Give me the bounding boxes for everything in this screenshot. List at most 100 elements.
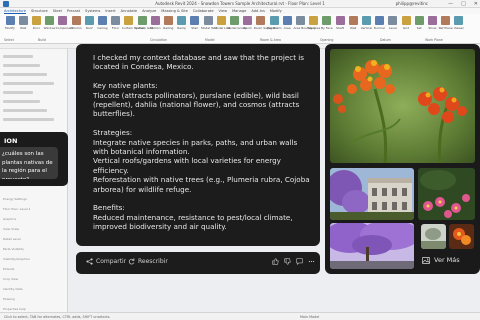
ribbon-tool[interactable]: Tag Room — [267, 16, 282, 30]
tool-icon — [203, 16, 213, 25]
tool-icon — [401, 16, 411, 25]
project-browser-row[interactable] — [3, 91, 33, 94]
project-browser-row[interactable] — [3, 109, 47, 112]
ribbon-tool[interactable]: Vertical — [359, 16, 373, 30]
jacaranda-building-image[interactable] — [330, 168, 414, 220]
ribbon-tool[interactable]: Floor — [109, 16, 123, 30]
ribbon-tool[interactable]: Model Group — [227, 16, 247, 30]
ribbon-tool[interactable]: Dormer — [373, 16, 387, 30]
thumbnail-image-2[interactable] — [449, 224, 474, 249]
jacaranda-trees-image[interactable] — [330, 223, 414, 269]
tool-label: Curtain System — [121, 26, 145, 30]
project-browser-row[interactable] — [3, 55, 33, 58]
tool-icon — [229, 16, 239, 25]
tool-label: Ramp — [177, 26, 186, 30]
ribbon-tool[interactable]: Ramp — [175, 16, 189, 30]
tool-icon — [18, 16, 28, 25]
property-label: Detail Level — [3, 237, 21, 241]
tool-label: Viewer — [453, 26, 464, 30]
thumbs-up-icon[interactable] — [272, 258, 279, 265]
rewrite-button[interactable]: Reescribir — [128, 258, 168, 265]
ribbon-tool[interactable]: Door — [29, 16, 43, 30]
user-account[interactable]: philipp@revitinc — [396, 1, 428, 6]
tool-icon — [45, 16, 55, 25]
property-label: Parts Visibility — [3, 247, 25, 251]
comment-icon[interactable] — [296, 258, 303, 265]
ribbon-tool[interactable]: Model Text — [201, 16, 217, 30]
ribbon-tool[interactable]: Wall — [16, 16, 30, 30]
property-label: Graphics — [3, 217, 17, 221]
thumbnail-image-1[interactable] — [421, 224, 446, 249]
tool-label: Door — [32, 26, 40, 30]
ribbon-tool[interactable]: Room — [241, 16, 255, 30]
ribbon-tool[interactable]: Set — [412, 16, 426, 30]
ribbon-tool[interactable]: Grid — [399, 16, 413, 30]
tool-icon — [58, 16, 68, 25]
ribbon-tool[interactable]: Area Boundary — [293, 16, 316, 30]
ribbon-tool[interactable]: By Face — [320, 16, 334, 30]
user-question-bubble: ¿cuáles son las plantas nativas de la re… — [0, 147, 58, 179]
main-flower-image[interactable] — [330, 49, 475, 163]
project-browser-row[interactable] — [3, 100, 40, 103]
ribbon-tool[interactable]: Mullion — [148, 16, 162, 30]
project-browser-row[interactable] — [3, 73, 47, 76]
model-label: Main Model — [300, 315, 320, 319]
pink-flowers-image[interactable] — [418, 168, 475, 220]
tool-icon — [97, 16, 107, 25]
ribbon-tool[interactable]: Tag Area — [307, 16, 321, 30]
tool-label: Modify — [5, 26, 15, 30]
ribbon-tool[interactable]: Wall — [346, 16, 360, 30]
ribbon-tool[interactable]: Ref Plane — [439, 16, 453, 30]
ribbon-tool[interactable]: Component — [56, 16, 73, 30]
ribbon-group-label: Build — [38, 38, 47, 42]
tool-label: Tag Room — [267, 26, 282, 30]
ribbon-tool[interactable]: Ceiling — [95, 16, 109, 30]
ribbon-tool[interactable]: Shaft — [333, 16, 347, 30]
ribbon-tool[interactable]: Curtain Grid — [135, 16, 154, 30]
tool-label: Grid — [402, 26, 410, 30]
ribbon-tool[interactable]: Railing — [161, 16, 175, 30]
tool-icon — [31, 16, 41, 25]
tool-label: Ceiling — [97, 26, 108, 30]
project-browser-row[interactable] — [3, 118, 54, 121]
ribbon-tool[interactable]: Stair — [188, 16, 202, 30]
tool-label: Model Line — [214, 26, 231, 30]
tool-icon — [150, 16, 160, 25]
thumbs-down-icon[interactable] — [284, 258, 291, 265]
ribbon-tool[interactable]: Room Separator — [254, 16, 278, 30]
rewrite-icon — [128, 258, 135, 265]
ribbon-group-label: Select — [4, 38, 14, 42]
tool-icon — [295, 16, 305, 25]
ribbon-tool[interactable]: Window — [43, 16, 57, 30]
project-browser-row[interactable] — [3, 64, 40, 67]
ribbon-tool[interactable]: Column — [69, 16, 83, 30]
tool-label: Curtain Grid — [135, 26, 154, 30]
ribbon-tool[interactable]: Show — [425, 16, 439, 30]
property-label: View Scale — [3, 227, 20, 231]
close-icon[interactable]: ✕ — [474, 1, 478, 7]
share-button[interactable]: Compartir — [86, 258, 126, 265]
image-gallery-icon — [422, 256, 430, 264]
minimize-icon[interactable]: — — [448, 1, 453, 7]
tool-icon — [309, 16, 319, 25]
tool-icon — [414, 16, 424, 25]
response-action-bar: Compartir Reescribir — [76, 252, 320, 274]
ribbon-tool[interactable]: Curtain System — [121, 16, 145, 30]
property-label: Phasing — [3, 297, 15, 301]
ribbon-tool[interactable]: Level — [386, 16, 400, 30]
title-bar: Autodesk Revit 2024 - Snowdon Towers Sam… — [0, 0, 480, 8]
ribbon-tool[interactable]: Model Line — [214, 16, 231, 30]
share-icon — [86, 258, 93, 265]
ribbon-tool[interactable]: Area — [280, 16, 294, 30]
project-browser-row[interactable] — [3, 82, 54, 85]
strategy-item: Reforestation with native trees (e.g., P… — [93, 175, 310, 194]
see-more-button[interactable]: Ver Más — [422, 256, 460, 264]
ribbon-tool[interactable]: Viewer — [452, 16, 466, 30]
more-options-icon[interactable] — [308, 258, 315, 265]
tool-label: Tag Area — [307, 26, 321, 30]
tool-icon — [111, 16, 121, 25]
ribbon-tool[interactable]: Roof — [82, 16, 96, 30]
maximize-icon[interactable]: □ — [461, 1, 466, 7]
property-label: Crop View — [3, 277, 19, 281]
ribbon-tool[interactable]: Modify — [3, 16, 17, 30]
